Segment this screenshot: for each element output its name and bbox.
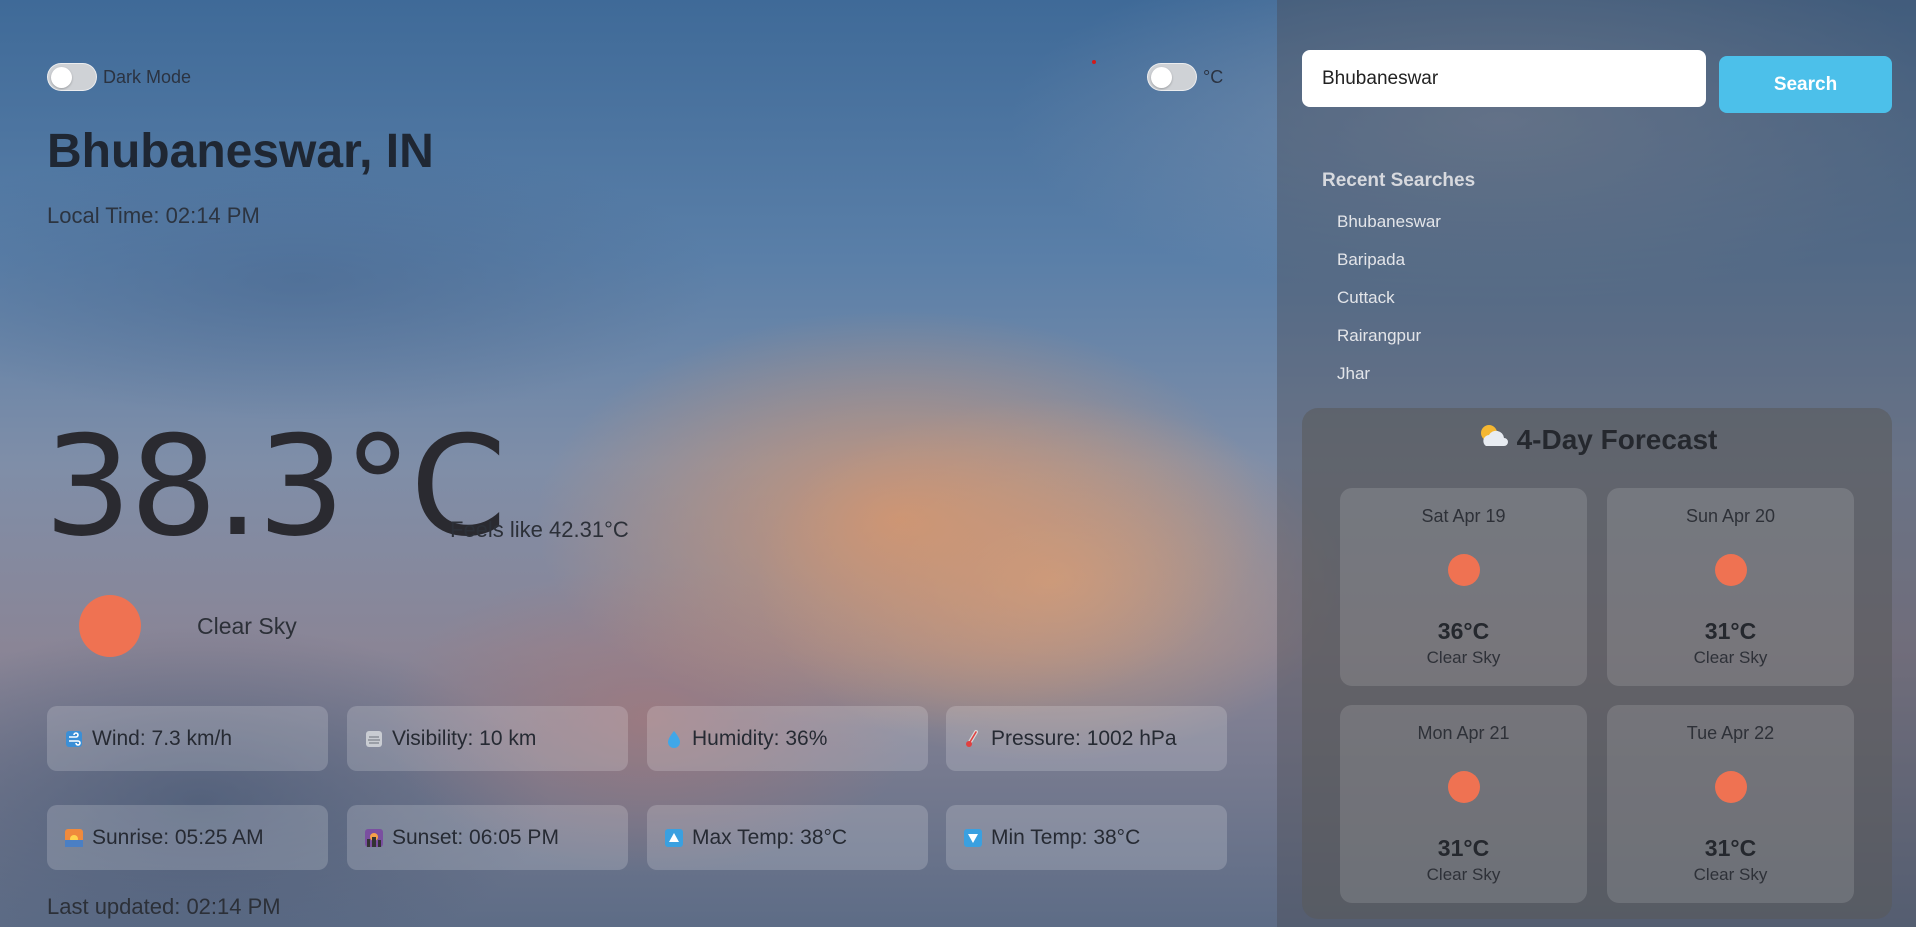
forecast-temp: 31°C <box>1437 835 1490 861</box>
forecast-desc: Clear Sky <box>1426 648 1501 667</box>
sunrise-text: Sunrise: 05:25 AM <box>92 825 264 849</box>
unit-toggle[interactable]: °C <box>1147 63 1223 91</box>
unit-label: °C <box>1203 66 1224 87</box>
recent-searches-list: Bhubaneswar Baripada Cuttack Rairangpur … <box>1337 212 1441 402</box>
fog-icon <box>364 729 384 749</box>
wind-text: Wind: 7.3 km/h <box>92 726 233 750</box>
sunrise-icon <box>64 828 84 848</box>
arrow-up-icon <box>664 828 684 848</box>
recent-search-item[interactable]: Bhubaneswar <box>1337 212 1441 250</box>
forecast-temp: 31°C <box>1704 835 1757 861</box>
condition-text: Clear Sky <box>197 613 297 639</box>
unit-switch[interactable] <box>1147 63 1197 91</box>
forecast-panel: 4-Day Forecast Sat Apr 19 36°C Clear Sky… <box>1302 408 1892 919</box>
sun-icon <box>1715 771 1747 803</box>
feels-like: Feels like 42.31°C <box>450 517 629 542</box>
cursor-dot <box>1092 60 1096 64</box>
forecast-card: Mon Apr 21 31°C Clear Sky <box>1340 705 1587 903</box>
sun-icon <box>79 595 141 657</box>
recent-search-item[interactable]: Rairangpur <box>1337 326 1441 364</box>
min-temp-text: Min Temp: 38°C <box>991 825 1141 849</box>
visibility-text: Visibility: 10 km <box>392 726 537 750</box>
max-temp-card: Max Temp: 38°C <box>647 805 928 870</box>
wind-card: Wind: 7.3 km/h <box>47 706 328 771</box>
sunset-text: Sunset: 06:05 PM <box>392 825 559 849</box>
recent-search-item[interactable]: Baripada <box>1337 250 1441 288</box>
sunrise-card: Sunrise: 05:25 AM <box>47 805 328 870</box>
min-temp-card: Min Temp: 38°C <box>946 805 1227 870</box>
forecast-desc: Clear Sky <box>1693 865 1768 884</box>
forecast-desc: Clear Sky <box>1693 648 1768 667</box>
forecast-temp: 36°C <box>1437 618 1490 644</box>
main-panel: Dark Mode °C Bhubaneswar, IN Local Time:… <box>0 0 1277 927</box>
humidity-card: Humidity: 36% <box>647 706 928 771</box>
dark-mode-label: Dark Mode <box>103 66 192 87</box>
sunset-icon <box>364 828 384 848</box>
recent-search-item[interactable]: Cuttack <box>1337 288 1441 326</box>
sun-icon <box>1715 554 1747 586</box>
switch-knob <box>1151 67 1172 88</box>
forecast-title: 4-Day Forecast <box>1516 423 1718 455</box>
forecast-date: Tue Apr 22 <box>1686 723 1775 743</box>
forecast-card: Sun Apr 20 31°C Clear Sky <box>1607 488 1854 686</box>
last-updated: Last updated: 02:14 PM <box>47 894 281 919</box>
current-temperature: 38.3°C <box>44 406 507 567</box>
forecast-card: Tue Apr 22 31°C Clear Sky <box>1607 705 1854 903</box>
forecast-date: Mon Apr 21 <box>1417 723 1510 743</box>
arrow-down-icon <box>963 828 983 848</box>
search-button[interactable]: Search <box>1719 56 1892 113</box>
droplet-icon <box>664 729 684 749</box>
visibility-card: Visibility: 10 km <box>347 706 628 771</box>
forecast-header: 4-Day Forecast <box>1302 422 1892 457</box>
sun-icon <box>1448 771 1480 803</box>
wind-icon <box>64 729 84 749</box>
dark-mode-switch[interactable] <box>47 63 97 91</box>
search-input[interactable] <box>1302 50 1706 107</box>
pressure-text: Pressure: 1002 hPa <box>991 726 1177 750</box>
thermometer-icon <box>963 729 983 749</box>
recent-searches-title: Recent Searches <box>1322 170 1476 191</box>
pressure-card: Pressure: 1002 hPa <box>946 706 1227 771</box>
forecast-temp: 31°C <box>1704 618 1757 644</box>
dark-mode-toggle[interactable]: Dark Mode <box>47 63 191 91</box>
forecast-card: Sat Apr 19 36°C Clear Sky <box>1340 488 1587 686</box>
local-time: Local Time: 02:14 PM <box>47 203 260 228</box>
humidity-text: Humidity: 36% <box>692 726 828 750</box>
switch-knob <box>51 67 72 88</box>
max-temp-text: Max Temp: 38°C <box>692 825 848 849</box>
city-title: Bhubaneswar, IN <box>47 125 434 178</box>
forecast-date: Sat Apr 19 <box>1421 506 1506 526</box>
sun-behind-cloud-icon <box>1477 422 1509 457</box>
forecast-desc: Clear Sky <box>1426 865 1501 884</box>
sun-icon <box>1448 554 1480 586</box>
forecast-date: Sun Apr 20 <box>1685 506 1776 526</box>
sunset-card: Sunset: 06:05 PM <box>347 805 628 870</box>
recent-search-item[interactable]: Jhar <box>1337 364 1441 402</box>
